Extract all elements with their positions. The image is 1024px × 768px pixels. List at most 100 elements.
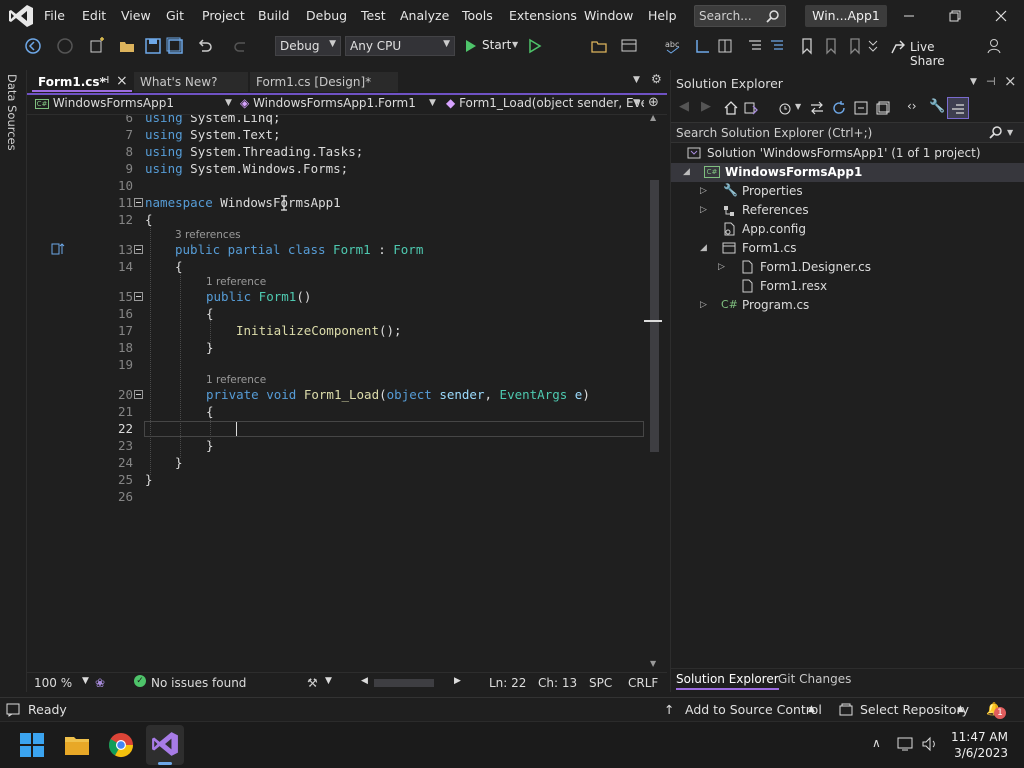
fold-toggle-icon[interactable] bbox=[134, 198, 143, 207]
tree-item-references[interactable]: ▷ References bbox=[671, 201, 1024, 220]
scroll-right-icon[interactable]: ▶ bbox=[454, 676, 461, 686]
forward-icon[interactable]: ▶ bbox=[701, 99, 711, 114]
refresh-icon[interactable] bbox=[831, 100, 847, 116]
tree-item-program-cs[interactable]: ▷ C# Program.cs bbox=[671, 296, 1024, 315]
step-icon[interactable] bbox=[694, 37, 712, 55]
search-options-chevron-icon[interactable]: ▼ bbox=[1007, 128, 1013, 137]
live-share-button[interactable]: Live Share bbox=[890, 38, 970, 68]
menu-file[interactable]: File bbox=[44, 8, 65, 23]
whitespace-indicator[interactable]: SPC bbox=[589, 676, 612, 690]
solution-explorer-search[interactable]: Search Solution Explorer (Ctrl+;) ▼ bbox=[671, 122, 1024, 143]
search-box[interactable]: Search... bbox=[694, 5, 786, 27]
tab-form1-cs[interactable]: Form1.cs* ⊣ × bbox=[32, 72, 132, 92]
intellicode-icon[interactable]: ❀ bbox=[95, 676, 105, 690]
source-control-chevron-icon[interactable]: ▲ bbox=[808, 704, 815, 714]
new-project-icon[interactable] bbox=[88, 37, 106, 55]
tree-item-properties[interactable]: ▷ 🔧 Properties bbox=[671, 182, 1024, 201]
split-editor-icon[interactable]: ⊕ bbox=[648, 95, 659, 110]
visual-studio-taskbar-button[interactable] bbox=[146, 725, 184, 765]
code-cleanup-broom-icon[interactable]: ⚒ bbox=[307, 676, 318, 690]
comment-icon[interactable] bbox=[746, 37, 764, 55]
expanded-arrow-icon[interactable]: ◢ bbox=[700, 243, 707, 253]
navigate-back-icon[interactable] bbox=[24, 37, 42, 55]
menu-view[interactable]: View bbox=[121, 8, 151, 23]
tab-list-chevron-icon[interactable]: ▼ bbox=[633, 75, 640, 85]
save-icon[interactable] bbox=[144, 37, 162, 55]
scroll-up-icon[interactable]: ▲ bbox=[650, 115, 656, 122]
tab-git-changes[interactable]: Git Changes bbox=[778, 672, 851, 686]
filter-chevron-icon[interactable]: ▼ bbox=[795, 102, 801, 111]
menu-edit[interactable]: Edit bbox=[82, 8, 106, 23]
collapsed-arrow-icon[interactable]: ▷ bbox=[700, 205, 707, 215]
tree-item-app-config[interactable]: App.config bbox=[671, 220, 1024, 239]
expanded-arrow-icon[interactable]: ◢ bbox=[683, 167, 690, 177]
horizontal-scrollbar-thumb[interactable] bbox=[374, 679, 434, 687]
collapsed-arrow-icon[interactable]: ▷ bbox=[718, 262, 725, 272]
minimize-icon[interactable] bbox=[898, 6, 920, 26]
previous-bookmark-icon[interactable] bbox=[822, 37, 840, 55]
pin-icon[interactable]: ⊣ bbox=[100, 75, 109, 86]
cleanup-chevron-icon[interactable]: ▼ bbox=[325, 676, 332, 686]
fold-toggle-icon[interactable] bbox=[134, 292, 143, 301]
pin-panel-icon[interactable]: ⊣ bbox=[986, 75, 996, 88]
add-to-source-control-button[interactable]: Add to Source Control bbox=[685, 702, 822, 717]
scroll-down-icon[interactable]: ▼ bbox=[650, 659, 656, 668]
menu-project[interactable]: Project bbox=[202, 8, 245, 23]
uncomment-icon[interactable] bbox=[768, 37, 786, 55]
collapsed-arrow-icon[interactable]: ▷ bbox=[700, 300, 707, 310]
project-dropdown[interactable]: C# WindowsFormsApp1 ▼ bbox=[35, 96, 235, 114]
restore-icon[interactable] bbox=[944, 6, 966, 26]
close-panel-icon[interactable]: × bbox=[1004, 72, 1017, 90]
platform-dropdown[interactable]: Any CPU ▼ bbox=[345, 36, 455, 56]
menu-help[interactable]: Help bbox=[648, 8, 677, 23]
menu-extensions[interactable]: Extensions bbox=[509, 8, 577, 23]
tab-whats-new[interactable]: What's New? bbox=[134, 72, 248, 92]
code-editor[interactable]: 6 7 8 9 10 11 12 13 14 15 16 17 18 19 20… bbox=[27, 115, 667, 675]
menu-git[interactable]: Git bbox=[166, 8, 184, 23]
bookmark-list-icon[interactable] bbox=[716, 37, 734, 55]
codelens-references[interactable]: 1 reference bbox=[206, 374, 266, 386]
line-ending-indicator[interactable]: CRLF bbox=[628, 676, 658, 690]
tab-solution-explorer[interactable]: Solution Explorer bbox=[676, 672, 779, 690]
sync-with-document-icon[interactable] bbox=[809, 100, 825, 116]
menu-test[interactable]: Test bbox=[361, 8, 386, 23]
back-icon[interactable]: ◀ bbox=[679, 99, 689, 114]
select-repository-button[interactable]: Select Repository bbox=[860, 702, 969, 717]
start-without-debugging-icon[interactable] bbox=[526, 37, 544, 55]
member-dropdown[interactable]: ◆ Form1_Load(object sender, Even ▼ bbox=[446, 96, 644, 114]
data-sources-tab[interactable]: Data Sources bbox=[5, 74, 19, 151]
tree-item-form1-cs[interactable]: ◢ Form1.cs bbox=[671, 239, 1024, 258]
menu-tools[interactable]: Tools bbox=[462, 8, 493, 23]
open-folder-icon[interactable] bbox=[118, 37, 136, 55]
menu-analyze[interactable]: Analyze bbox=[400, 8, 449, 23]
tree-item-form1-resx[interactable]: Form1.resx bbox=[671, 277, 1024, 296]
chrome-icon[interactable] bbox=[106, 730, 136, 760]
override-marker-icon[interactable] bbox=[51, 242, 65, 256]
zoom-level[interactable]: 100 % bbox=[34, 676, 72, 690]
view-code-icon[interactable]: ‹› bbox=[907, 99, 917, 113]
menu-window[interactable]: Window bbox=[584, 8, 633, 23]
file-explorer-icon[interactable] bbox=[62, 730, 92, 760]
navigate-forward-icon[interactable] bbox=[56, 37, 74, 55]
issues-status[interactable]: No issues found bbox=[151, 676, 246, 690]
codelens-references[interactable]: 1 reference bbox=[206, 276, 266, 288]
collapse-all-icon[interactable] bbox=[853, 100, 869, 116]
vertical-scrollbar-thumb[interactable] bbox=[650, 180, 659, 452]
menu-debug[interactable]: Debug bbox=[306, 8, 347, 23]
close-window-icon[interactable] bbox=[990, 6, 1012, 26]
volume-icon[interactable] bbox=[921, 736, 939, 752]
show-all-files-icon[interactable] bbox=[875, 100, 891, 116]
line-indicator[interactable]: Ln: 22 bbox=[489, 676, 526, 690]
fold-toggle-icon[interactable] bbox=[134, 245, 143, 254]
preview-selected-items-button[interactable] bbox=[947, 97, 969, 119]
tree-item-project[interactable]: ◢ C# WindowsFormsApp1 bbox=[671, 163, 1024, 182]
spell-check-icon[interactable]: abc bbox=[664, 37, 682, 55]
next-bookmark-icon[interactable] bbox=[846, 37, 864, 55]
system-tray-chevron-icon[interactable]: ∧ bbox=[872, 736, 881, 750]
close-tab-icon[interactable]: × bbox=[116, 73, 128, 89]
tab-form1-design[interactable]: Form1.cs [Design]* bbox=[250, 72, 398, 92]
menu-build[interactable]: Build bbox=[258, 8, 289, 23]
account-icon[interactable] bbox=[986, 37, 1004, 55]
codelens-references[interactable]: 3 references bbox=[175, 229, 241, 241]
windows-start-icon[interactable] bbox=[17, 730, 47, 760]
